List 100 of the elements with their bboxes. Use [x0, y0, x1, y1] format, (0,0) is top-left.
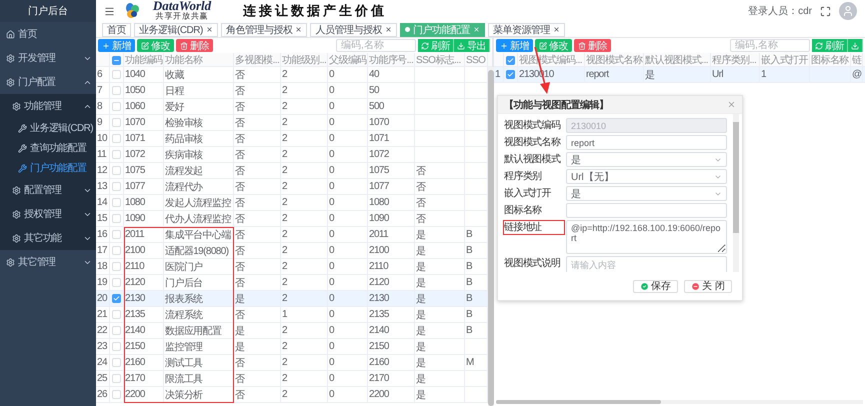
- tab[interactable]: 菜单资源管理: [488, 22, 565, 36]
- select-field[interactable]: 是: [566, 186, 727, 201]
- nav-item[interactable]: 功能管理: [0, 94, 96, 118]
- nav-item[interactable]: 其它功能: [0, 226, 96, 250]
- table-cell: 否: [234, 355, 281, 370]
- gear-icon: [6, 54, 15, 62]
- table-cell: 否: [234, 195, 281, 210]
- close-icon[interactable]: [295, 26, 302, 33]
- field-label: 默认视图模式: [504, 153, 562, 166]
- select-field[interactable]: 是: [566, 152, 727, 167]
- tab[interactable]: 角色管理与授权: [220, 22, 308, 36]
- export-button[interactable]: [848, 39, 863, 52]
- search-field[interactable]: 编码,名称: [336, 39, 416, 52]
- table-cell: 2200: [368, 387, 415, 402]
- table-cell: 2150: [368, 339, 415, 354]
- select-field[interactable]: Url【无】: [566, 169, 727, 184]
- table-cell: 2135: [368, 307, 415, 322]
- table-cell: 0: [328, 179, 368, 194]
- checkbox[interactable]: [112, 56, 121, 64]
- close-icon[interactable]: [206, 26, 213, 33]
- table-cell: 否: [234, 275, 281, 290]
- table-cell: 测试工具: [164, 355, 234, 370]
- table-cell: 1072: [124, 147, 164, 162]
- table-cell: 2: [281, 275, 328, 290]
- scrollbar[interactable]: [733, 114, 739, 272]
- table-cell: 1080: [124, 195, 164, 210]
- table-cell: 2: [281, 99, 328, 114]
- table-cell: 否: [234, 131, 281, 146]
- checkbox[interactable]: [506, 56, 515, 64]
- search-field[interactable]: 编码,名称: [730, 39, 810, 52]
- brand-tagline: 共享开放共赢: [156, 13, 208, 21]
- add-button[interactable]: 新增: [98, 39, 135, 52]
- text-area[interactable]: @ip=http://192.168.100.19:6060/report: [566, 220, 727, 254]
- scrollbar[interactable]: [488, 67, 494, 406]
- table-cell: 0: [328, 195, 368, 210]
- table-cell: 0: [328, 259, 368, 274]
- close-icon[interactable]: [384, 26, 392, 33]
- table-cell: 2130: [368, 291, 415, 306]
- avatar[interactable]: [839, 2, 857, 20]
- table-cell: 0: [328, 339, 368, 354]
- fullscreen-icon[interactable]: [820, 6, 831, 16]
- nav-item[interactable]: 授权管理: [0, 202, 96, 226]
- table-cell: 2: [281, 323, 328, 338]
- text-area[interactable]: 请输入内容: [566, 256, 727, 272]
- table-cell: 2: [281, 243, 328, 258]
- download-icon: [851, 42, 859, 50]
- nav-item[interactable]: 门户功能配置: [0, 158, 96, 178]
- nav-item[interactable]: 开发管理: [0, 46, 96, 70]
- table-cell: 否: [234, 371, 281, 386]
- table-cell: 检验审核: [164, 115, 234, 130]
- table-cell: 2120: [368, 275, 415, 290]
- check-icon: [507, 71, 514, 78]
- row-number: 13: [96, 179, 110, 194]
- tab[interactable]: 业务逻辑(CDR): [134, 22, 218, 36]
- table-cell: 流程代办: [164, 179, 234, 194]
- table-cell: 是: [415, 227, 465, 242]
- nav-item[interactable]: 查询功能配置: [0, 138, 96, 158]
- table-cell: 否: [234, 147, 281, 162]
- checkbox[interactable]: [112, 294, 121, 303]
- scrollbar[interactable]: [496, 400, 863, 404]
- delete-button[interactable]: 删除: [176, 39, 213, 52]
- table-cell: 流程发起: [164, 163, 234, 178]
- close-icon[interactable]: [552, 26, 560, 33]
- nav-item[interactable]: 门户配置: [0, 70, 96, 94]
- table-cell: 否: [415, 195, 465, 210]
- menu-icon[interactable]: [104, 6, 115, 16]
- row-number: 15: [96, 211, 110, 226]
- delete-button[interactable]: 删除: [574, 39, 611, 52]
- table-cell: 2: [281, 179, 328, 194]
- table-cell: 1: [760, 67, 810, 82]
- row-number: 18: [96, 259, 110, 274]
- tab[interactable]: 人员管理与授权: [310, 22, 397, 36]
- table-cell: 否: [234, 163, 281, 178]
- table-cell: 0: [328, 67, 368, 82]
- table-cell: 是: [234, 291, 281, 306]
- table-cell: 是: [415, 291, 465, 306]
- nav-item[interactable]: 业务逻辑(CDR): [0, 118, 96, 138]
- checkbox[interactable]: [506, 70, 515, 79]
- table-cell: 2: [281, 163, 328, 178]
- input-field[interactable]: [566, 203, 727, 218]
- table-cell: 0: [328, 99, 368, 114]
- table-cell: 1060: [124, 99, 164, 114]
- input-field[interactable]: report: [566, 135, 727, 150]
- table-cell: 2: [281, 227, 328, 242]
- table-cell: 1075: [368, 163, 415, 178]
- table-cell: 2: [281, 131, 328, 146]
- table-cell: @: [851, 67, 863, 82]
- nav-item[interactable]: 首页: [0, 22, 96, 46]
- field-label: 视图模式编码: [504, 119, 562, 132]
- gear-icon: [12, 102, 21, 110]
- nav-item[interactable]: 其它管理: [0, 250, 96, 274]
- add-button[interactable]: 新增: [496, 39, 533, 52]
- close-button[interactable]: 关 闭: [684, 280, 732, 292]
- plus-icon: [500, 42, 508, 50]
- save-button[interactable]: 保存: [633, 280, 678, 292]
- tab[interactable]: 首页: [102, 22, 131, 36]
- nav-item[interactable]: 配置管理: [0, 178, 96, 202]
- table-cell: 发起人流程监控: [164, 195, 234, 210]
- row-number: 6: [96, 67, 110, 82]
- gear-icon: [12, 234, 21, 242]
